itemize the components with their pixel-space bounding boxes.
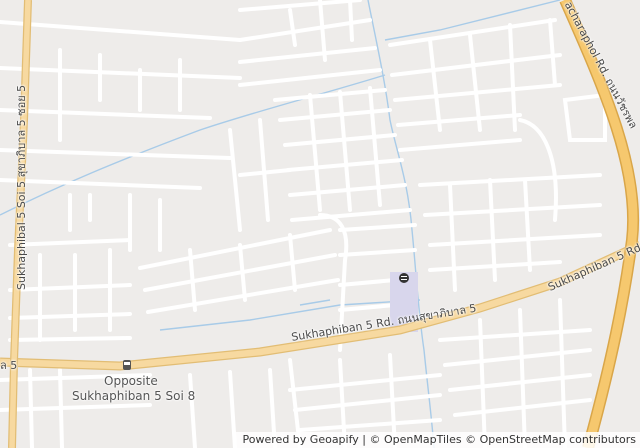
geoapify-link[interactable]: Geoapify xyxy=(310,433,359,446)
minor-roads xyxy=(0,0,607,448)
left-edge-road-label: ล 5 xyxy=(0,359,18,372)
map-canvas[interactable]: Sukhaphiban 5 Rd. ถนนสุขาภิบาล 5 Sukhaph… xyxy=(0,0,640,448)
map-attribution: Powered by Geoapify | © OpenMapTiles © O… xyxy=(234,432,640,448)
bus-stop-name-line1: Opposite xyxy=(104,374,158,388)
openmaptiles-link[interactable]: © OpenMapTiles xyxy=(370,433,462,446)
attribution-contributors: contributors xyxy=(565,433,636,446)
attribution-powered-by: Powered by xyxy=(242,433,307,446)
left-road-label: Sukhaphibal 5 Soi 5 สุขาภิบาล 5 ซอย 5 xyxy=(15,84,28,290)
bus-stop-icon[interactable] xyxy=(123,360,131,370)
canal-lines xyxy=(0,0,561,448)
place-of-worship-icon[interactable] xyxy=(399,273,409,283)
bus-stop-name-line2: Sukhaphiban 5 Soi 8 xyxy=(72,389,196,403)
map-layer xyxy=(0,0,640,448)
attribution-separator-1: | xyxy=(358,433,370,446)
openstreetmap-link[interactable]: © OpenStreetMap xyxy=(465,433,566,446)
